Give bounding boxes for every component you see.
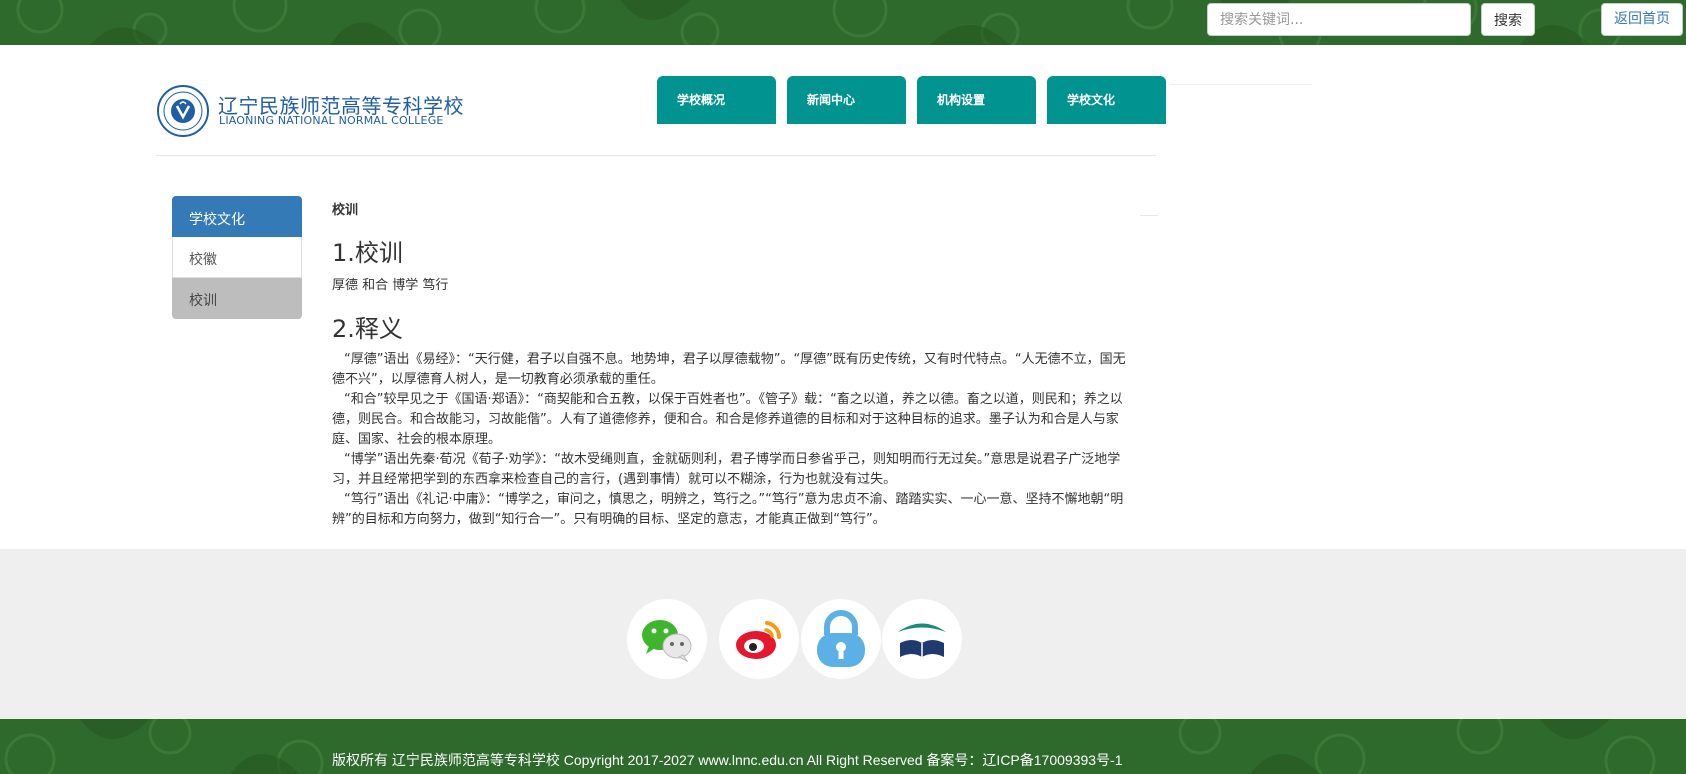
nav-school-overview[interactable]: 学校概况 [657, 76, 776, 124]
copyright-text: 版权所有 辽宁民族师范高等专科学校 Copyright 2017-2027 ww… [332, 752, 1123, 768]
header-divider [156, 155, 1156, 156]
nav-organization[interactable]: 机构设置 [917, 76, 1036, 124]
top-bar: 搜索 返回首页 [0, 0, 1686, 45]
home-link[interactable]: 返回首页 [1601, 3, 1683, 36]
paragraph: “和合”较早见之于《国语·郑语》：“商契能和合五教，以保于百姓者也”。《管子》载… [332, 392, 1123, 447]
interpretation-body: “厚德”语出《易经》：“天行健，君子以自强不息。地势坤，君子以厚德载物”。“厚德… [332, 350, 1132, 530]
paragraph: “笃行”语出《礼记·中庸》：“博学之，审问之，慎思之，明辨之，笃行之。”“笃行”… [332, 492, 1124, 527]
paragraph: “厚德”语出《易经》：“天行健，君子以自强不息。地势坤，君子以厚德载物”。“厚德… [332, 352, 1126, 387]
weibo-icon[interactable] [719, 599, 799, 679]
sidebar-item-motto[interactable]: 校训 [172, 278, 302, 319]
school-name-en: LIAONING NATIONAL NORMAL COLLEGE [219, 114, 444, 127]
sidebar-title: 学校文化 [172, 196, 302, 237]
nav-school-culture[interactable]: 学校文化 [1047, 76, 1166, 124]
paragraph: “博学”语出先秦·荀况《荀子·劝学》：“故木受绳则直，金就砺则利，君子博学而日参… [332, 452, 1121, 487]
search-input[interactable] [1207, 3, 1471, 36]
main-nav: 学校概况 新闻中心 机构设置 学校文化 [657, 76, 1166, 124]
book-logo-icon[interactable] [882, 599, 962, 679]
page-title: 校训 [332, 203, 359, 218]
lock-icon[interactable] [801, 599, 881, 679]
section-heading-motto: 1.校训 [332, 239, 403, 267]
nav-news-center[interactable]: 新闻中心 [787, 76, 906, 124]
wechat-icon[interactable] [627, 599, 707, 679]
motto-text: 厚德 和合 博学 笃行 [332, 278, 449, 293]
school-logo-icon[interactable] [156, 84, 210, 138]
sidebar-item-emblem[interactable]: 校徽 [172, 237, 302, 278]
sidebar: 学校文化 校徽 校训 [172, 196, 302, 319]
section-heading-interpretation: 2.释义 [332, 315, 403, 343]
divider [1140, 215, 1158, 216]
divider [1170, 84, 1312, 85]
search-button[interactable]: 搜索 [1481, 3, 1535, 36]
